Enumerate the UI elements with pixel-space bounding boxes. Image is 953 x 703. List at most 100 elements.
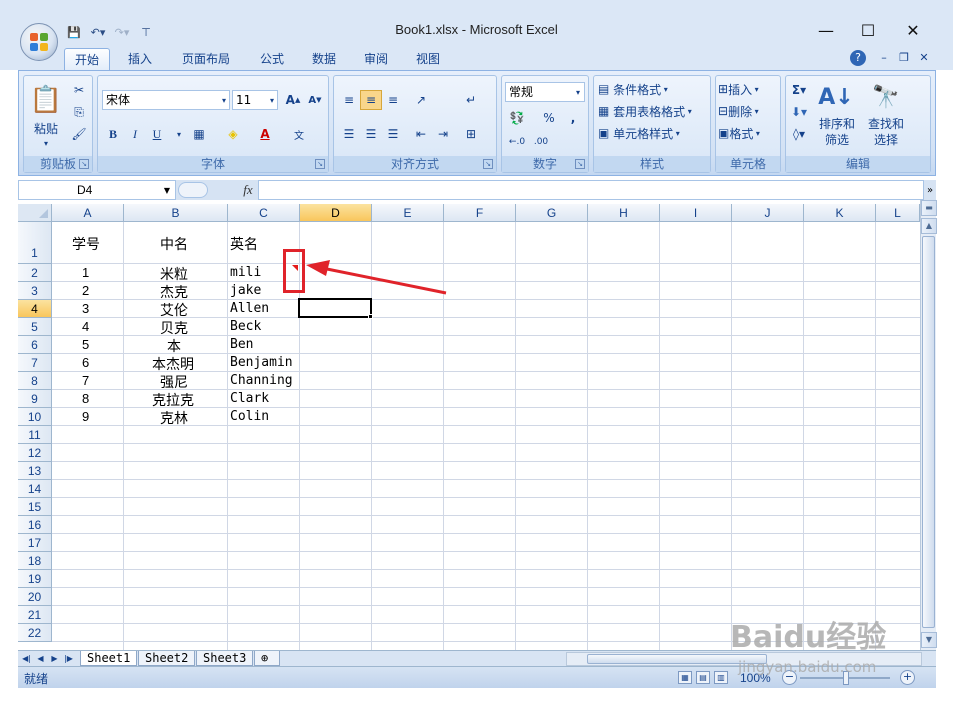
cell-a7[interactable]: 6 xyxy=(82,355,89,370)
expand-formula-bar-icon[interactable]: » xyxy=(924,182,936,198)
cell-c7[interactable]: Benjamin xyxy=(230,355,293,370)
cell-a10[interactable]: 9 xyxy=(82,409,89,424)
cell-c2[interactable]: mili xyxy=(230,265,261,280)
column-header-g[interactable]: G xyxy=(516,204,588,222)
find-select-label-2[interactable]: 选择 xyxy=(862,132,910,147)
next-sheet-icon[interactable]: ▶ xyxy=(48,652,61,665)
row-header[interactable]: 3 xyxy=(18,282,52,300)
row-header[interactable]: 11 xyxy=(18,426,52,444)
increase-indent-icon[interactable]: ⇥ xyxy=(432,124,454,144)
cell-b9[interactable]: 克拉克 xyxy=(152,390,194,410)
row-header[interactable]: 22 xyxy=(18,624,52,642)
cell-b5[interactable]: 贝克 xyxy=(160,318,188,338)
row-header[interactable]: 14 xyxy=(18,480,52,498)
comma-button[interactable]: , xyxy=(562,108,584,128)
find-select-label[interactable]: 查找和 xyxy=(862,116,910,131)
align-center-icon[interactable]: ☰ xyxy=(360,124,382,144)
minimize-button[interactable]: — xyxy=(803,16,849,44)
cell-a8[interactable]: 7 xyxy=(82,373,89,388)
tab-data[interactable]: 数据 xyxy=(302,48,346,70)
insert-cells-button[interactable]: ⊞ 插入 ▾ xyxy=(718,80,780,98)
cell-a3[interactable]: 2 xyxy=(82,283,89,298)
row-header[interactable]: 7 xyxy=(18,354,52,372)
column-header-k[interactable]: K xyxy=(804,204,876,222)
row-header[interactable]: 13 xyxy=(18,462,52,480)
cell-c8[interactable]: Channing xyxy=(230,373,293,388)
format-painter-icon[interactable]: 🖌 xyxy=(68,124,90,144)
row-header[interactable]: 1 xyxy=(18,222,52,264)
wrap-text-icon[interactable]: ↵ xyxy=(460,90,482,110)
tab-page-layout[interactable]: 页面布局 xyxy=(172,48,240,70)
cell-a9[interactable]: 8 xyxy=(82,391,89,406)
last-sheet-icon[interactable]: |▶ xyxy=(62,652,75,665)
format-cells-button[interactable]: ▣ 格式 ▾ xyxy=(718,124,780,142)
tab-formulas[interactable]: 公式 xyxy=(250,48,294,70)
copy-icon[interactable]: ⎘ xyxy=(68,102,90,122)
formula-input[interactable] xyxy=(258,180,924,200)
vertical-scrollbar[interactable]: ▬ ▲ ▼ xyxy=(920,200,937,650)
tab-home[interactable]: 开始 xyxy=(64,48,111,70)
select-all-button[interactable] xyxy=(18,204,52,222)
cell-b2[interactable]: 米粒 xyxy=(160,264,188,284)
sort-filter-label-2[interactable]: 筛选 xyxy=(814,132,860,147)
align-right-icon[interactable]: ☰ xyxy=(382,124,404,144)
ribbon-restore-icon[interactable]: ❐ xyxy=(896,50,912,66)
sheet-tab-sheet2[interactable]: Sheet2 xyxy=(138,651,196,666)
page-break-view-icon[interactable]: ▥ xyxy=(714,671,728,684)
cell-b10[interactable]: 克林 xyxy=(160,408,188,428)
column-header-j[interactable]: J xyxy=(732,204,804,222)
ribbon-minimize-icon[interactable]: – xyxy=(876,50,892,66)
maximize-button[interactable]: ☐ xyxy=(845,16,891,44)
scroll-down-icon[interactable]: ▼ xyxy=(921,632,937,648)
grow-font-icon[interactable]: A ▲ xyxy=(282,90,304,110)
align-middle-icon[interactable]: ≡ xyxy=(360,90,382,110)
column-header-h[interactable]: H xyxy=(588,204,660,222)
tab-view[interactable]: 视图 xyxy=(406,48,450,70)
cell-c4[interactable]: Allen xyxy=(230,301,269,316)
column-header-d[interactable]: D xyxy=(300,204,372,222)
alignment-launcher-icon[interactable]: ↘ xyxy=(483,159,493,169)
row-header[interactable]: 17 xyxy=(18,534,52,552)
cell-c9[interactable]: Clark xyxy=(230,391,269,406)
cell-b6[interactable]: 本 xyxy=(167,336,181,356)
formula-bar-handle-icon[interactable] xyxy=(178,182,208,198)
cell-b8[interactable]: 强尼 xyxy=(160,372,188,392)
fill-icon[interactable]: ⬇▾ xyxy=(788,102,810,122)
paste-button[interactable]: 粘贴 xyxy=(28,120,64,136)
tab-insert[interactable]: 插入 xyxy=(118,48,162,70)
help-icon[interactable]: ? xyxy=(850,50,866,66)
column-header-l[interactable]: L xyxy=(876,204,920,222)
tab-review[interactable]: 审阅 xyxy=(354,48,398,70)
clear-icon[interactable]: ◊▾ xyxy=(788,124,810,144)
scroll-up-icon[interactable]: ▲ xyxy=(921,218,937,234)
cell-c10[interactable]: Colin xyxy=(230,409,269,424)
sheet-tab-sheet1[interactable]: Sheet1 xyxy=(80,651,138,666)
cell-b4[interactable]: 艾伦 xyxy=(160,300,188,320)
prev-sheet-icon[interactable]: ◀ xyxy=(34,652,47,665)
row-header[interactable]: 5 xyxy=(18,318,52,336)
row-header[interactable]: 12 xyxy=(18,444,52,462)
column-header-f[interactable]: F xyxy=(444,204,516,222)
italic-button[interactable]: I xyxy=(124,124,146,144)
row-header[interactable]: 2 xyxy=(18,264,52,282)
conditional-format-button[interactable]: ▤ 条件格式 ▾ xyxy=(598,80,708,98)
row-header[interactable]: 18 xyxy=(18,552,52,570)
align-left-icon[interactable]: ☰ xyxy=(338,124,360,144)
borders-icon[interactable]: ▦ xyxy=(188,124,210,144)
row-header[interactable]: 21 xyxy=(18,606,52,624)
zoom-in-icon[interactable]: + xyxy=(900,670,915,685)
phonetic-icon[interactable]: 文 xyxy=(288,124,310,144)
fill-handle[interactable] xyxy=(368,314,373,319)
currency-icon[interactable]: 💱 xyxy=(506,108,528,128)
cell-b3[interactable]: 杰克 xyxy=(160,282,188,302)
underline-button[interactable]: U xyxy=(146,124,168,144)
column-header-b[interactable]: B xyxy=(124,204,228,222)
cut-icon[interactable]: ✂ xyxy=(68,80,90,100)
font-launcher-icon[interactable]: ↘ xyxy=(315,159,325,169)
chevron-down-icon[interactable]: ▾ xyxy=(168,124,190,144)
cell-c6[interactable]: Ben xyxy=(230,337,253,352)
split-box-icon[interactable]: ▬ xyxy=(921,200,937,216)
office-button[interactable] xyxy=(20,23,58,61)
cell-c1[interactable]: 英名 xyxy=(230,234,258,254)
cell-a6[interactable]: 5 xyxy=(82,337,89,352)
